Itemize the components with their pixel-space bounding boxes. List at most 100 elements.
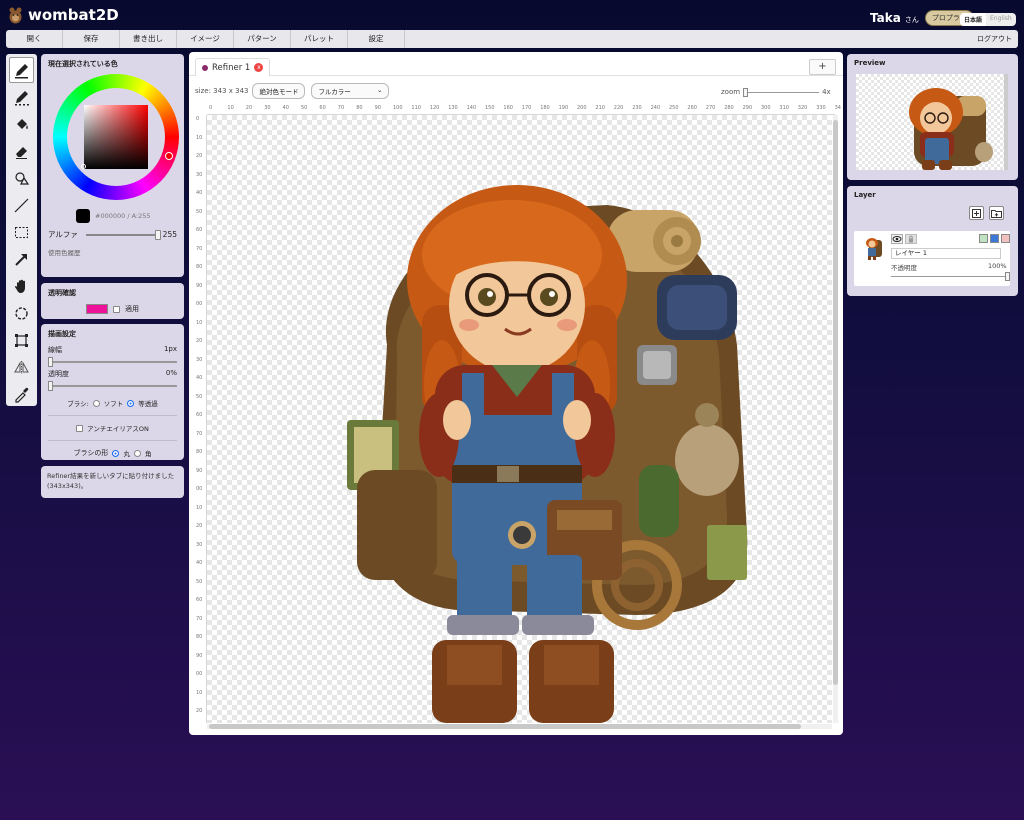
color-panel: 現在選択されている色 #000000 / A:255 アルファ 255 使用色履…	[41, 54, 184, 277]
saturation-value-square[interactable]	[84, 105, 148, 169]
zoom-thumb[interactable]	[743, 87, 749, 97]
menu-palette[interactable]: パレット	[291, 30, 348, 48]
current-color-swatch[interactable]	[76, 209, 90, 223]
ruler-tick-label: 290	[742, 105, 753, 111]
menu-export[interactable]: 書き出し	[120, 30, 177, 48]
absolute-color-mode-button[interactable]: 絶対色モード	[252, 83, 306, 99]
draw-settings-panel: 描画設定 線幅 1px 透明度 0% ブラシ: ソフト 等透過 アンチエイリアス…	[41, 324, 184, 460]
layer-opacity-thumb[interactable]	[1005, 272, 1010, 281]
tab-refiner-1[interactable]: Refiner 1 x	[195, 58, 271, 76]
draw-settings-title: 描画設定	[48, 330, 76, 338]
horizontal-scrollbar[interactable]	[207, 724, 832, 729]
alpha-row: アルファ 255	[48, 229, 177, 240]
ruler-tick-label: 110	[411, 105, 421, 111]
flip-tool[interactable]	[9, 354, 34, 380]
menu-settings[interactable]: 設定	[348, 30, 405, 48]
zoom-slider[interactable]	[743, 87, 820, 97]
ruler-tick-label: 80	[196, 449, 203, 455]
color-wheel[interactable]	[53, 74, 179, 200]
ruler-tick-label: 140	[466, 105, 477, 111]
hand-icon	[15, 279, 25, 293]
menu-open[interactable]: 開く	[6, 30, 63, 48]
vertical-scroll-thumb[interactable]	[833, 120, 838, 685]
layer-clip-icon[interactable]	[990, 234, 999, 243]
layer-alpha-lock-icon[interactable]	[979, 234, 988, 243]
logout-link[interactable]: ログアウト	[977, 34, 1012, 44]
ruler-tick-label: 10	[196, 504, 203, 511]
ruler-tick-label: 50	[301, 105, 308, 111]
ruler-tick-label: 180	[540, 105, 550, 111]
flip-icon	[14, 360, 29, 374]
alpha-slider-thumb[interactable]	[155, 229, 161, 240]
hand-tool[interactable]	[9, 273, 34, 299]
eraser-tool[interactable]	[9, 138, 34, 164]
brush-uniform-radio[interactable]	[127, 399, 135, 407]
transparency-apply-checkbox[interactable]	[113, 305, 120, 313]
eyedropper-icon	[15, 387, 29, 403]
pencil-tool[interactable]	[9, 57, 34, 83]
shape-round-radio[interactable]	[112, 449, 120, 457]
add-tab-button[interactable]: +	[809, 59, 836, 75]
shape-tool[interactable]	[9, 165, 34, 191]
ruler-tick-label: 60	[319, 105, 326, 111]
color-mode-select[interactable]: フルカラー ⌄	[311, 83, 390, 99]
layer-lock-toggle[interactable]	[905, 234, 917, 244]
brush-soft-radio[interactable]	[92, 399, 100, 407]
layer-visibility-toggle[interactable]	[891, 234, 903, 244]
hue-cursor[interactable]	[165, 152, 173, 160]
lang-ja[interactable]: 日本語	[960, 13, 987, 26]
ruler-tick-label: 0	[209, 105, 213, 111]
alpha-slider[interactable]	[86, 229, 161, 240]
transparency-color-swatch[interactable]	[86, 304, 108, 314]
draw-opacity-thumb[interactable]	[48, 381, 53, 391]
preview-scrollbar[interactable]	[1004, 74, 1008, 170]
add-layer-icon	[972, 208, 981, 218]
ruler-tick-label: 220	[613, 105, 624, 111]
add-layer-button[interactable]	[969, 206, 984, 220]
canvas-size-label: size: 343 x 343	[195, 87, 249, 95]
ruler-tick-label: 30	[264, 105, 271, 111]
zoom-label: zoom	[721, 88, 741, 96]
ruler-tick-label: 40	[282, 105, 289, 111]
vertical-scrollbar[interactable]	[833, 115, 838, 723]
ruler-tick-label: 20	[196, 153, 203, 159]
drawing-canvas[interactable]	[207, 115, 832, 723]
eyedropper-tool[interactable]	[9, 381, 34, 407]
lang-en[interactable]: English	[986, 13, 1016, 26]
app-logo[interactable]: wombat2D	[8, 6, 119, 24]
sv-cursor[interactable]	[81, 164, 86, 169]
draw-opacity-slider[interactable]	[48, 381, 177, 391]
line-tool[interactable]	[9, 192, 34, 218]
fill-bucket-tool[interactable]	[9, 111, 34, 137]
layer-row[interactable]: レイヤー 1 不透明度 100%	[854, 231, 1010, 286]
zoom-value: 4x	[822, 88, 831, 96]
add-folder-button[interactable]	[989, 206, 1004, 220]
tab-close-icon[interactable]: x	[254, 63, 264, 72]
color-panel-title: 現在選択されている色	[48, 60, 118, 68]
dither-pen-tool[interactable]	[9, 84, 34, 110]
shape-square-radio[interactable]	[133, 449, 141, 457]
status-message: Refiner結果を新しいタブに貼り付けました (343x343)。	[41, 466, 184, 498]
rect-select-tool[interactable]	[9, 219, 34, 245]
line-width-thumb[interactable]	[48, 357, 53, 367]
ruler-tick-label: 120	[429, 105, 440, 111]
layer-delete-icon[interactable]	[1001, 234, 1010, 243]
language-switch[interactable]: 日本語 English	[960, 13, 1016, 26]
antialias-checkbox[interactable]	[76, 424, 84, 432]
menu-pattern[interactable]: パターン	[234, 30, 291, 48]
horizontal-scroll-thumb[interactable]	[209, 724, 801, 729]
move-tool[interactable]	[9, 246, 34, 272]
shapes-icon	[15, 171, 30, 185]
menu-save[interactable]: 保存	[63, 30, 120, 48]
layer-name-field[interactable]: レイヤー 1	[891, 248, 1001, 259]
menu-image[interactable]: イメージ	[177, 30, 234, 48]
current-color-label: #000000 / A:255	[95, 212, 151, 220]
transform-icon	[15, 333, 28, 347]
transform-tool[interactable]	[9, 327, 34, 353]
preview-image[interactable]	[856, 74, 1008, 170]
line-width-value: 1px	[163, 345, 177, 353]
layer-title: Layer	[854, 191, 876, 199]
lasso-tool[interactable]	[9, 300, 34, 326]
layer-opacity-slider[interactable]	[891, 272, 1010, 281]
line-width-slider[interactable]	[48, 357, 177, 367]
